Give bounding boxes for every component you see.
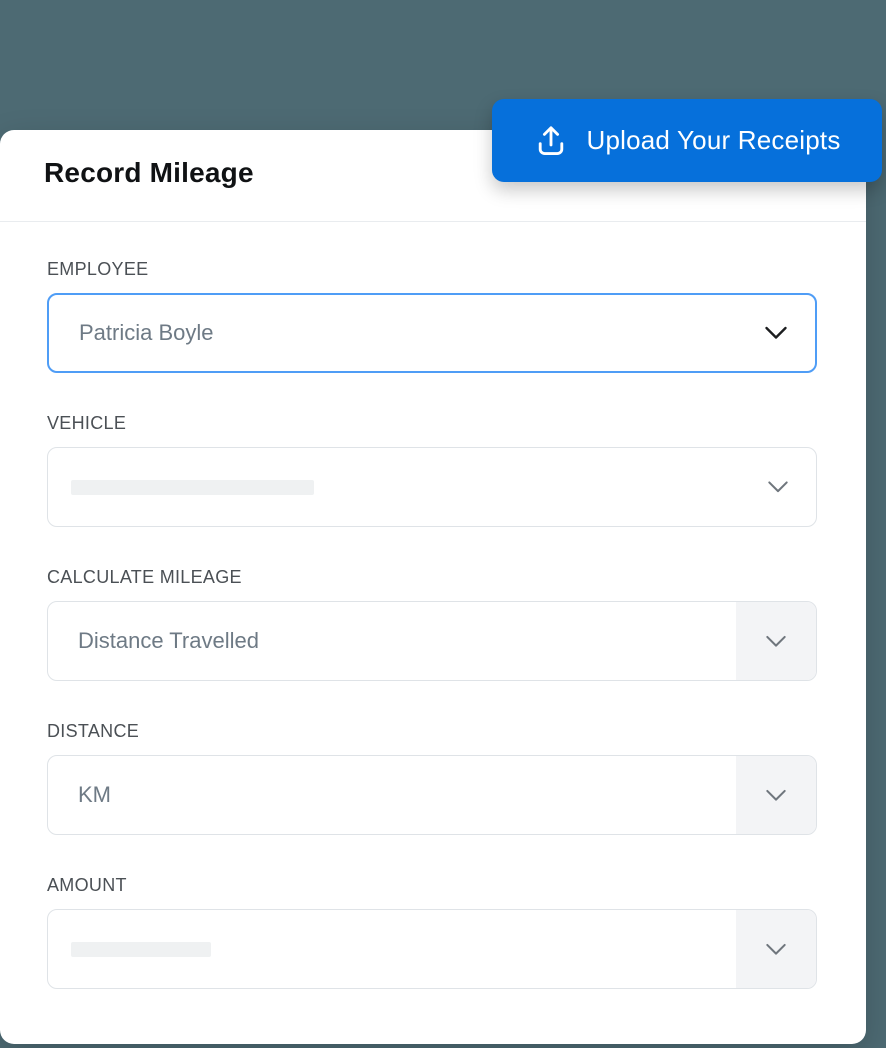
field-calculate-mileage: CALCULATE MILEAGE Distance Travelled [47,566,817,681]
vehicle-select[interactable] [47,447,817,527]
distance-select[interactable]: KM [47,755,817,835]
chevron-down-icon [765,943,787,956]
vehicle-value-skeleton-placeholder [71,480,314,495]
page: { "colors": { "page_background": "#4d6a7… [0,0,886,1048]
calculate-mileage-select-value: Distance Travelled [48,628,259,654]
record-mileage-card: Record Mileage EMPLOYEE Patricia Boyle V… [0,130,866,1044]
select-addon [736,910,816,988]
calculate-mileage-label: CALCULATE MILEAGE [47,566,817,588]
calculate-mileage-select[interactable]: Distance Travelled [47,601,817,681]
select-addon [736,602,816,680]
distance-select-value: KM [48,782,111,808]
employee-select[interactable]: Patricia Boyle [47,293,817,373]
chevron-down-icon [765,789,787,802]
upload-receipts-button[interactable]: Upload Your Receipts [492,99,882,182]
vehicle-label: VEHICLE [47,412,817,434]
employee-label: EMPLOYEE [47,258,817,280]
field-amount: AMOUNT [47,874,817,989]
record-mileage-form: EMPLOYEE Patricia Boyle VEHICLE [0,222,866,989]
field-employee: EMPLOYEE Patricia Boyle [47,258,817,373]
upload-receipts-button-label: Upload Your Receipts [586,125,840,156]
field-distance: DISTANCE KM [47,720,817,835]
amount-value-skeleton-placeholder [71,942,211,957]
distance-label: DISTANCE [47,720,817,742]
chevron-down-icon [764,326,788,340]
chevron-down-icon [767,481,789,494]
employee-select-value: Patricia Boyle [49,320,214,346]
upload-icon [533,123,569,159]
chevron-down-icon [765,635,787,648]
field-vehicle: VEHICLE [47,412,817,527]
select-addon [736,756,816,834]
amount-select[interactable] [47,909,817,989]
amount-label: AMOUNT [47,874,817,896]
